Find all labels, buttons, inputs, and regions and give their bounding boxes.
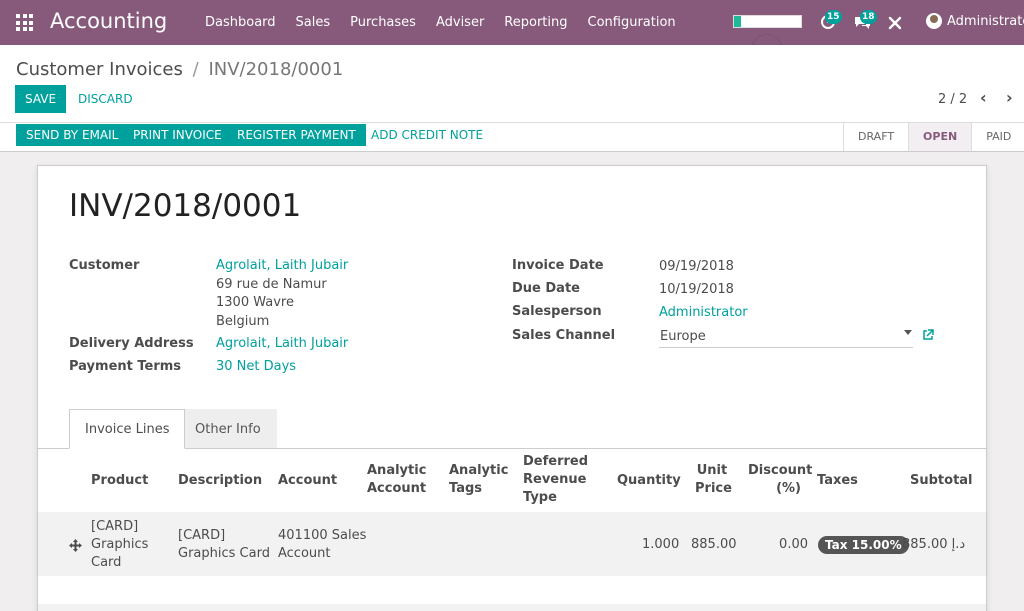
delivery-address-label: Delivery Address [69,336,194,351]
invoice-number-title: INV/2018/0001 [69,188,302,224]
drag-handle-icon[interactable] [69,539,82,552]
header-discount[interactable]: Discount (%) [748,462,813,498]
header-taxes[interactable]: Taxes [817,472,858,490]
state-open: OPEN [908,123,972,151]
row-account-line-2: Account [278,546,331,561]
status-steps: DRAFT OPEN PAID [843,123,1024,151]
address-line-1: 69 rue de Namur [216,277,327,292]
customer-label: Customer [69,258,140,273]
header-product[interactable]: Product [91,472,148,490]
row-description-line-2: Graphics Card [178,546,270,561]
row-account-line-1: 401100 Sales [278,528,367,543]
header-discount-line-1: Discount [748,463,813,478]
pager-value: 2 / 2 [938,92,968,107]
breadcrumb-parent[interactable]: Customer Invoices [16,59,183,80]
header-analytic-tags-line-2: Tags [449,481,483,496]
header-quantity[interactable]: Quantity [617,472,681,490]
state-paid: PAID [971,123,1024,151]
due-date-value: 10/19/2018 [659,282,734,297]
invoice-date-value: 09/19/2018 [659,259,734,274]
sales-channel-value: Europe [660,329,706,344]
print-invoice-button[interactable]: PRINT INVOICE [123,124,232,146]
pager-next-icon[interactable]: › [1006,88,1013,107]
main-menu: Dashboard Sales Purchases Adviser Report… [195,0,686,45]
tab-invoice-lines[interactable]: Invoice Lines [69,409,186,449]
menu-dashboard[interactable]: Dashboard [195,15,286,30]
header-unit-price[interactable]: Unit Price [695,462,732,498]
header-analytic-tags[interactable]: Analytic Tags [449,462,508,498]
avatar [926,13,942,29]
external-link-icon[interactable] [922,329,934,341]
menu-adviser[interactable]: Adviser [426,15,494,30]
table-row-empty[interactable] [38,604,986,611]
header-analytic-account-line-2: Account [367,481,427,496]
row-product-line-3: Card [91,555,122,570]
header-description[interactable]: Description [178,472,262,490]
state-draft: DRAFT [843,123,908,151]
header-analytic-account[interactable]: Analytic Account [367,462,426,498]
header-deferred-line-2: Revenue [523,472,587,487]
tab-other-info[interactable]: Other Info [179,409,277,449]
address-line-2: 1300 Wavre [216,295,294,310]
onboarding-progress-bar[interactable] [733,15,802,28]
sales-channel-label: Sales Channel [512,328,616,343]
menu-reporting[interactable]: Reporting [494,15,577,30]
app-name[interactable]: Accounting [50,9,167,33]
header-discount-line-2: (%) [776,481,801,496]
header-analytic-account-line-1: Analytic [367,463,427,478]
customer-link[interactable]: Agrolait, Laith Jubair [216,258,348,273]
user-name: Administrator [947,13,1024,29]
invoice-date-label: Invoice Date [512,258,604,273]
messages-count-badge: 18 [860,10,877,24]
header-account[interactable]: Account [278,472,337,490]
menu-purchases[interactable]: Purchases [340,15,426,30]
breadcrumb-current: INV/2018/0001 [208,59,344,80]
activity-count-badge: 15 [825,10,842,24]
due-date-label: Due Date [512,281,580,296]
menu-configuration[interactable]: Configuration [578,15,686,30]
header-subtotal[interactable]: Subtotal [910,472,973,490]
row-unit-price: 885.00 [691,537,737,552]
pager-previous-icon[interactable]: ‹ [980,88,987,107]
breadcrumb: Customer Invoices / INV/2018/0001 [16,59,343,80]
register-payment-button[interactable]: REGISTER PAYMENT [227,124,366,146]
send-by-email-button[interactable]: SEND BY EMAIL [16,124,129,146]
address-line-3: Belgium [216,314,270,329]
header-deferred-line-1: Deferred [523,454,589,469]
delivery-address-link[interactable]: Agrolait, Laith Jubair [216,336,348,351]
control-panel: Customer Invoices / INV/2018/0001 SAVE D… [0,45,1024,123]
invoice-form-sheet: INV/2018/0001 Customer Agrolait, Laith J… [37,165,987,611]
row-product: [CARD] Graphics Card [91,518,148,572]
row-product-line-1: [CARD] [91,519,139,534]
payment-terms-link[interactable]: 30 Net Days [216,359,296,374]
progress-fill [734,16,741,27]
breadcrumb-separator: / [192,59,199,80]
row-account: 401100 Sales Account [278,527,366,563]
save-button[interactable]: SAVE [15,85,67,113]
row-description-line-1: [CARD] [178,528,226,543]
user-menu[interactable]: Administrator [926,13,1024,29]
row-description: [CARD] Graphics Card [178,527,270,563]
header-analytic-tags-line-1: Analytic [449,463,509,478]
chevron-down-icon[interactable] [904,330,912,335]
header-unit-price-line-2: Price [695,481,732,496]
header-deferred-line-3: Type [523,490,557,505]
discard-button[interactable]: DISCARD [78,86,133,112]
menu-sales[interactable]: Sales [286,15,341,30]
debug-tools-icon[interactable] [888,16,902,30]
tax-badge: Tax 15.00% [818,536,909,554]
header-unit-price-line-1: Unit [696,463,728,478]
row-product-line-2: Graphics [91,537,149,552]
apps-grid-icon[interactable] [16,14,33,31]
payment-terms-label: Payment Terms [69,359,182,374]
row-quantity: 1.000 [642,537,680,552]
salesperson-link[interactable]: Administrator [659,305,748,320]
header-deferred-revenue-type[interactable]: Deferred Revenue Type [523,453,588,507]
top-navbar: Accounting Dashboard Sales Purchases Adv… [0,0,1024,45]
row-subtotal: 885.00 د.إ [902,537,966,552]
salesperson-label: Salesperson [512,304,602,319]
add-credit-note-button[interactable]: ADD CREDIT NOTE [371,124,483,146]
row-discount: 0.00 [779,537,808,552]
invoice-statusbar: SEND BY EMAIL PRINT INVOICE REGISTER PAY… [0,123,1024,152]
